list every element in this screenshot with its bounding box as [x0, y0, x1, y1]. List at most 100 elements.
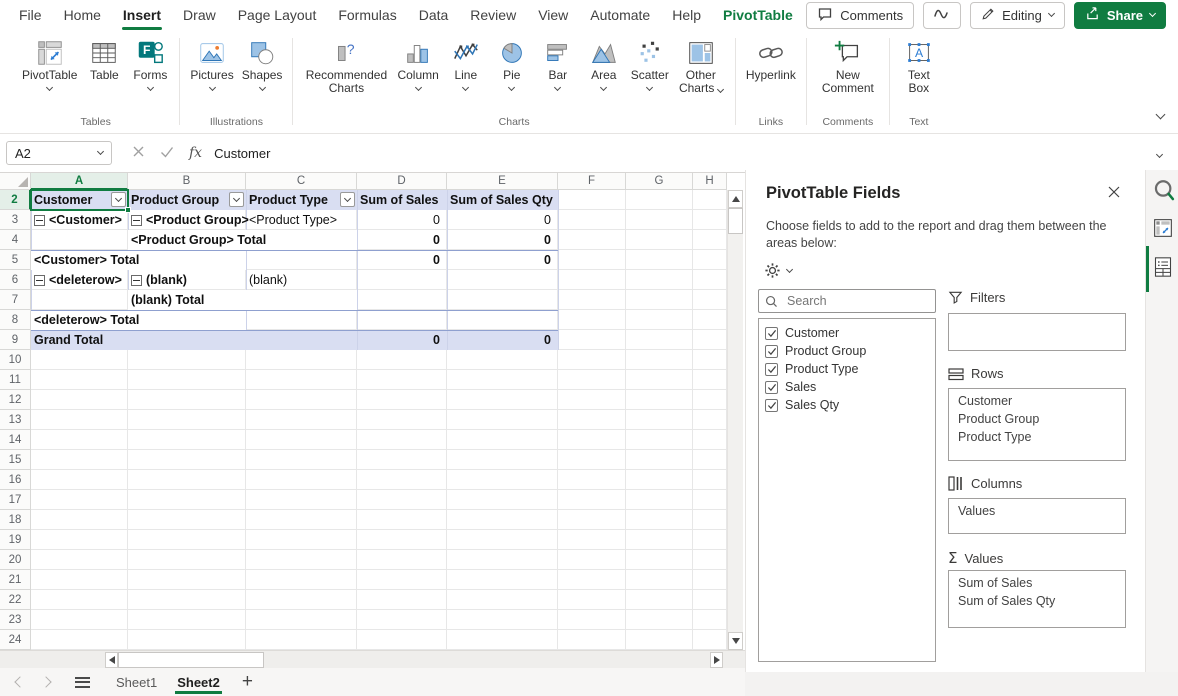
field-item-sales[interactable]: Sales [759, 378, 935, 396]
fill-handle[interactable] [125, 207, 131, 213]
cell-F11[interactable] [558, 370, 626, 390]
cell-G23[interactable] [626, 610, 693, 630]
cell-B13[interactable] [128, 410, 246, 430]
pivottable-settings-button[interactable] [764, 262, 792, 279]
cancel-button[interactable] [132, 145, 145, 161]
cell-G17[interactable] [626, 490, 693, 510]
scroll-up-button[interactable] [728, 190, 743, 208]
col-header-G[interactable]: G [626, 173, 693, 190]
pivot-cell-A3[interactable]: <Customer> [31, 210, 128, 230]
col-header-B[interactable]: B [128, 173, 246, 190]
cell-E20[interactable] [447, 550, 558, 570]
cell-F3[interactable] [558, 210, 626, 230]
add-sheet-button[interactable]: + [242, 671, 253, 693]
search-input[interactable] [785, 293, 909, 309]
formula-bar-expand-button[interactable] [1157, 144, 1178, 162]
pivot-cell-A9[interactable]: Grand Total [31, 330, 357, 350]
other-charts-button[interactable]: Other Charts [673, 32, 729, 95]
cell-A10[interactable] [31, 350, 128, 370]
new-comment-button[interactable]: New Comment [813, 32, 883, 95]
cell-F4[interactable] [558, 230, 626, 250]
all-sheets-menu-button[interactable] [75, 677, 90, 688]
pivot-cell-B7[interactable]: (blank) Total [128, 290, 357, 310]
cell-A23[interactable] [31, 610, 128, 630]
cell-F16[interactable] [558, 470, 626, 490]
cell-H22[interactable] [693, 590, 727, 610]
cell-A15[interactable] [31, 450, 128, 470]
pivot-cell-D3[interactable]: 0 [357, 210, 447, 230]
shapes-button[interactable]: Shapes [238, 32, 287, 94]
row-header-16[interactable]: 16 [0, 470, 31, 490]
sheet-tab-sheet2[interactable]: Sheet2 [167, 668, 230, 696]
col-header-C[interactable]: C [246, 173, 357, 190]
menu-tab-draw[interactable]: Draw [172, 0, 227, 30]
pivot-cell-E2[interactable]: Sum of Sales Qty [447, 190, 558, 210]
cell-H20[interactable] [693, 550, 727, 570]
values-area-item[interactable]: Sum of Sales [949, 574, 1125, 592]
collapse-button[interactable] [34, 275, 45, 286]
checkbox-checked-icon[interactable] [765, 381, 778, 394]
col-header-F[interactable]: F [558, 173, 626, 190]
cell-G2[interactable] [626, 190, 693, 210]
vertical-scroll-thumb[interactable] [728, 208, 743, 234]
lens-search-button[interactable] [1153, 178, 1175, 209]
cell-G13[interactable] [626, 410, 693, 430]
row-header-19[interactable]: 19 [0, 530, 31, 550]
values-area-box[interactable]: Sum of Sales Sum of Sales Qty [948, 570, 1126, 628]
share-button[interactable]: Share [1074, 2, 1166, 29]
pivot-cell-B3[interactable]: <Product Group> [128, 210, 246, 230]
cell-F14[interactable] [558, 430, 626, 450]
pivot-cell-A6[interactable]: <deleterow> [31, 270, 128, 290]
cell-G24[interactable] [626, 630, 693, 650]
cell-C16[interactable] [246, 470, 357, 490]
pivot-cell-D4[interactable]: 0 [357, 230, 447, 250]
cell-D12[interactable] [357, 390, 447, 410]
cell-F20[interactable] [558, 550, 626, 570]
cell-G6[interactable] [626, 270, 693, 290]
cell-A17[interactable] [31, 490, 128, 510]
cell-B18[interactable] [128, 510, 246, 530]
cell-F23[interactable] [558, 610, 626, 630]
cell-B17[interactable] [128, 490, 246, 510]
cell-G4[interactable] [626, 230, 693, 250]
cell-F18[interactable] [558, 510, 626, 530]
cell-F24[interactable] [558, 630, 626, 650]
row-header-23[interactable]: 23 [0, 610, 31, 630]
pivot-cell-E3[interactable]: 0 [447, 210, 558, 230]
cell-E15[interactable] [447, 450, 558, 470]
cell-H7[interactable] [693, 290, 727, 310]
cell-E12[interactable] [447, 390, 558, 410]
rows-area-item[interactable]: Product Type [949, 428, 1125, 446]
cell-H23[interactable] [693, 610, 727, 630]
row-header-2[interactable]: 2 [0, 190, 31, 210]
enter-button[interactable] [160, 145, 174, 161]
cell-H11[interactable] [693, 370, 727, 390]
column-chart-button[interactable]: Column [393, 32, 442, 94]
cell-C23[interactable] [246, 610, 357, 630]
cell-A4[interactable] [31, 230, 128, 250]
cell-H24[interactable] [693, 630, 727, 650]
cell-E17[interactable] [447, 490, 558, 510]
cell-G19[interactable] [626, 530, 693, 550]
cell-F5[interactable] [558, 250, 626, 270]
menu-tab-automate[interactable]: Automate [579, 0, 661, 30]
vertical-scrollbar[interactable] [727, 190, 743, 650]
cell-E10[interactable] [447, 350, 558, 370]
menu-tab-help[interactable]: Help [661, 0, 712, 30]
pie-chart-button[interactable]: Pie [489, 32, 535, 94]
cell-C17[interactable] [246, 490, 357, 510]
pivot-cell-D9[interactable]: 0 [357, 330, 447, 350]
cell-H8[interactable] [693, 310, 727, 330]
cell-C18[interactable] [246, 510, 357, 530]
col-header-H[interactable]: H [693, 173, 727, 190]
row-header-9[interactable]: 9 [0, 330, 31, 350]
cell-E6[interactable] [447, 270, 558, 290]
cell-G22[interactable] [626, 590, 693, 610]
menu-tab-page-layout[interactable]: Page Layout [227, 0, 328, 30]
menu-tab-file[interactable]: File [8, 0, 53, 30]
menu-tab-home[interactable]: Home [53, 0, 112, 30]
cell-B12[interactable] [128, 390, 246, 410]
cell-C11[interactable] [246, 370, 357, 390]
cell-C20[interactable] [246, 550, 357, 570]
menu-tab-insert[interactable]: Insert [112, 0, 172, 30]
